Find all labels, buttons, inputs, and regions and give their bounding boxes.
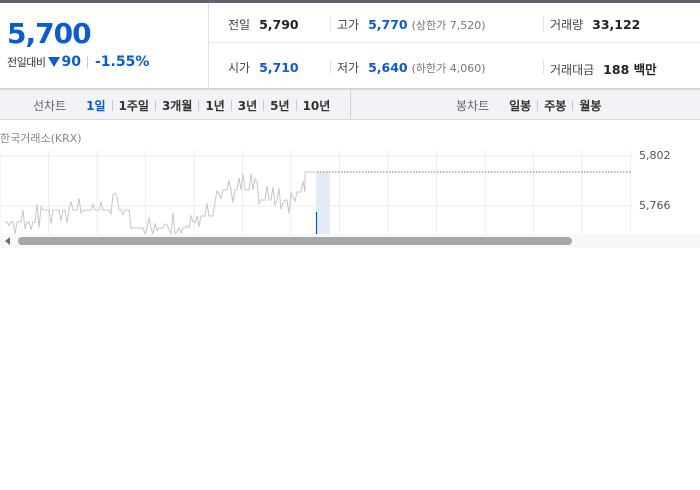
price-box: 5,700 전일대비 90 -1.55%	[0, 3, 209, 89]
candle-tab-1[interactable]: 주봉	[538, 97, 572, 114]
stat-volume: 거래량 33,122	[550, 16, 640, 33]
y-tick-label: 5,766	[639, 199, 671, 212]
stat-prev-close: 전일 5,790	[228, 16, 299, 33]
candle-chart-label: 봉차트	[456, 99, 490, 113]
price-series-line	[5, 171, 316, 235]
stat-open: 시가 5,710	[228, 59, 299, 76]
stat-label: 거래량	[550, 18, 584, 32]
stats-panel: 전일 5,790 고가 5,770 (상한가 7,520) 거래량 33,122…	[210, 3, 700, 89]
change-percent: -1.55%	[94, 54, 150, 70]
stat-value: 5,710	[259, 60, 299, 75]
change-label: 전일대비	[7, 56, 46, 69]
change-value: 90	[61, 54, 81, 70]
chart-source: 한국거래소(KRX)	[0, 132, 82, 145]
line-tab-5[interactable]: 5년	[264, 97, 295, 114]
stat-low: 저가 5,640 (하한가 4,060)	[337, 59, 486, 76]
stat-label: 저가	[337, 61, 360, 75]
chart-plot[interactable]	[0, 150, 700, 235]
candle-tab-0[interactable]: 일봉	[503, 97, 537, 114]
current-price: 5,700	[7, 17, 92, 50]
stat-sub: (상한가 7,520)	[411, 19, 486, 32]
divider	[86, 56, 88, 68]
scroll-left-icon[interactable]	[5, 237, 10, 245]
stat-value: 5,640	[368, 60, 408, 75]
line-tab-3[interactable]: 1년	[199, 97, 230, 114]
line-tab-1[interactable]: 1주일	[113, 97, 155, 114]
line-chart-tabs: 선차트 1일 1주일 3개월 1년 3년 5년 10년	[33, 97, 336, 114]
intraday-chart[interactable]: 5,802 5,766	[0, 150, 700, 235]
stat-label: 거래대금	[550, 63, 595, 77]
line-tab-2[interactable]: 3개월	[156, 97, 198, 114]
y-tick-label: 5,802	[639, 150, 671, 162]
stat-value: 188 백만	[603, 62, 657, 77]
chart-scrollbar[interactable]	[0, 234, 700, 248]
line-chart-label: 선차트	[33, 99, 67, 113]
stat-value: 5,770	[368, 17, 408, 32]
divider	[350, 90, 351, 120]
current-time-band	[316, 172, 330, 235]
scrollbar-thumb[interactable]	[18, 237, 572, 245]
chart-tab-bar: 선차트 1일 1주일 3개월 1년 3년 5년 10년 봉차트 일봉 주봉 월봉	[0, 89, 700, 120]
divider	[543, 17, 544, 31]
stat-label: 고가	[337, 18, 360, 32]
stat-label: 시가	[228, 61, 251, 75]
stat-sub: (하한가 4,060)	[411, 62, 486, 75]
line-tab-4[interactable]: 3년	[232, 97, 263, 114]
stat-high: 고가 5,770 (상한가 7,520)	[337, 16, 486, 33]
stat-turnover: 거래대금 188 백만	[550, 59, 657, 78]
candle-tab-2[interactable]: 월봉	[573, 97, 607, 114]
candle-chart-tabs: 봉차트 일봉 주봉 월봉	[456, 97, 607, 114]
stat-value: 5,790	[259, 17, 299, 32]
down-arrow-icon	[48, 57, 61, 67]
divider	[330, 17, 331, 31]
stat-label: 전일	[228, 18, 251, 32]
line-tab-0[interactable]: 1일	[80, 97, 111, 114]
divider	[330, 60, 331, 74]
stats-row-divider	[210, 42, 700, 43]
divider	[543, 60, 544, 74]
stat-value: 33,122	[592, 17, 641, 32]
change-row: 전일대비 90 -1.55%	[7, 54, 149, 70]
quote-panel: 5,700 전일대비 90 -1.55% 전일 5,790 고가 5,770 (…	[0, 3, 700, 89]
line-tab-6[interactable]: 10년	[297, 97, 337, 114]
